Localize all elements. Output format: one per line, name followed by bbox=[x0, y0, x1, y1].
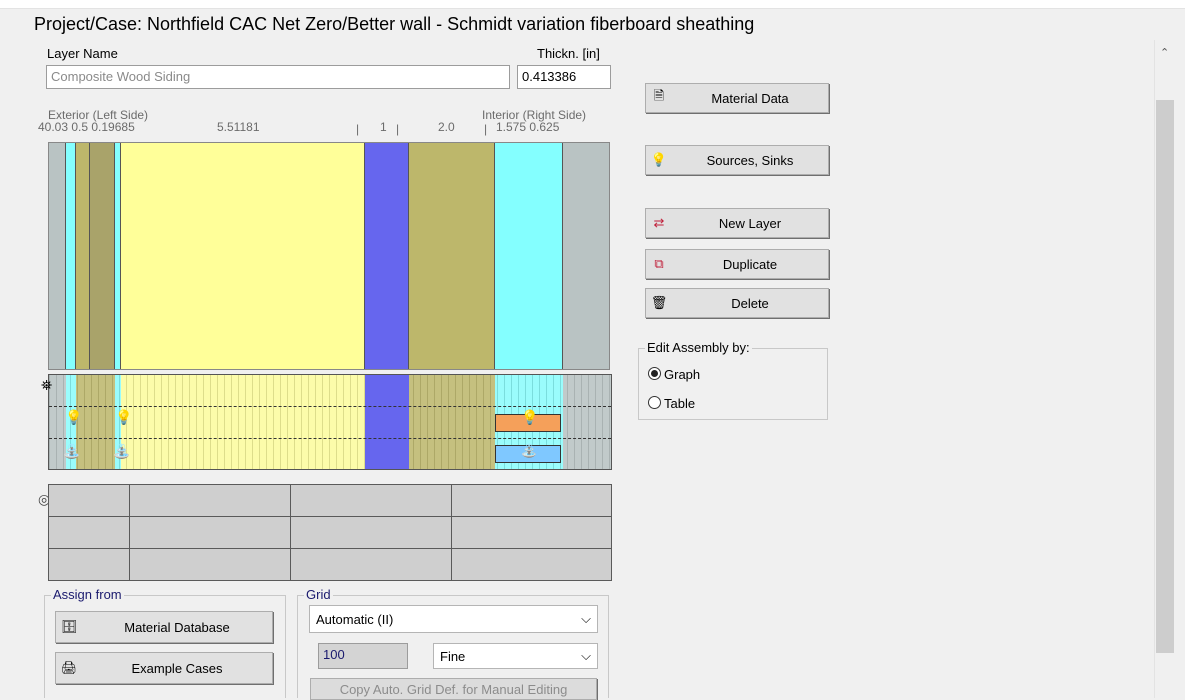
new-layer-icon: ⇄ bbox=[653, 215, 665, 230]
duplicate-icon: ⧉ bbox=[654, 256, 664, 271]
layer-olive-2[interactable] bbox=[90, 143, 115, 369]
table-cell[interactable] bbox=[130, 517, 291, 549]
layer-olive-3[interactable] bbox=[409, 143, 495, 369]
layer-cyan-1[interactable] bbox=[66, 143, 76, 369]
strip-blue bbox=[365, 375, 409, 469]
strip-gray-int bbox=[563, 375, 611, 469]
assembly-graph[interactable] bbox=[48, 142, 610, 370]
sources-sinks-button[interactable]: 💡 Sources, Sinks bbox=[645, 145, 829, 175]
table-cell[interactable] bbox=[130, 485, 291, 517]
new-layer-button[interactable]: ⇄ New Layer bbox=[645, 208, 829, 238]
grid-strip[interactable]: ⛯ 💡 💡 💡 ⛲ ⛲ ⛲ bbox=[41, 374, 612, 470]
table-cell[interactable] bbox=[49, 485, 130, 517]
ruler-one-value: 1 bbox=[380, 120, 387, 134]
radio-graph[interactable]: Graph bbox=[648, 367, 700, 382]
radio-table[interactable]: Table bbox=[648, 396, 695, 411]
database-icon: 🗄 bbox=[60, 619, 78, 634]
delete-button[interactable]: 🗑 Delete bbox=[645, 288, 829, 318]
faucet-icon[interactable]: ⛲ bbox=[521, 443, 537, 459]
ruler-two-value: 2.0 bbox=[438, 120, 455, 134]
table-cell[interactable] bbox=[130, 549, 291, 581]
example-icon: 🖨 bbox=[60, 660, 78, 675]
strip-olive-3 bbox=[409, 375, 495, 469]
layer-name-input[interactable]: Composite Wood Siding bbox=[46, 65, 510, 89]
table-cell[interactable] bbox=[49, 549, 130, 581]
bulb-icon[interactable]: 💡 bbox=[115, 409, 132, 426]
copy-grid-button[interactable]: Copy Auto. Grid Def. for Manual Editing bbox=[310, 678, 597, 700]
example-cases-button[interactable]: 🖨 Example Cases bbox=[55, 652, 273, 684]
material-database-button[interactable]: 🗄 Material Database bbox=[55, 611, 273, 643]
table-cell[interactable] bbox=[291, 517, 452, 549]
bulb-faucet-icon[interactable]: ⛯ bbox=[41, 377, 52, 394]
table-cell[interactable] bbox=[291, 485, 452, 517]
thickness-label: Thickn. [in] bbox=[537, 46, 600, 61]
ruler-right-values: 1.575 0.625 bbox=[496, 120, 560, 134]
assembly-table[interactable] bbox=[48, 484, 612, 581]
window-top-edge bbox=[0, 0, 1185, 9]
grid-count-input[interactable]: 100 bbox=[318, 643, 408, 669]
strip-yellow bbox=[121, 375, 365, 469]
table-cell[interactable] bbox=[452, 517, 612, 549]
edit-assembly-caption: Edit Assembly by: bbox=[645, 340, 752, 355]
ruler-tick: | bbox=[484, 122, 488, 136]
table-cell[interactable] bbox=[452, 549, 612, 581]
grid-resolution-select[interactable]: Fine ⌵ bbox=[433, 643, 598, 669]
layer-name-label: Layer Name bbox=[47, 46, 118, 61]
radio-selected-icon bbox=[648, 367, 661, 380]
scroll-up-icon[interactable]: ⌃ bbox=[1160, 46, 1169, 59]
scrollbar-thumb[interactable] bbox=[1156, 100, 1174, 653]
table-cell[interactable] bbox=[452, 485, 612, 517]
duplicate-button[interactable]: ⧉ Duplicate bbox=[645, 249, 829, 279]
strip-divider bbox=[49, 406, 611, 407]
faucet-icon[interactable]: ⛲ bbox=[113, 443, 130, 460]
ruler-mid-value: 5.51181 bbox=[217, 120, 260, 134]
ruler-left-values: 40.03 0.5 0.19685 bbox=[38, 120, 135, 134]
material-data-button[interactable]: 🗎 Material Data bbox=[645, 83, 829, 113]
assign-from-caption: Assign from bbox=[51, 587, 124, 602]
table-cell[interactable] bbox=[49, 517, 130, 549]
layer-blue[interactable] bbox=[365, 143, 409, 369]
grid-mode-select[interactable]: Automatic (II) ⌵ bbox=[309, 605, 598, 633]
chevron-down-icon: ⌵ bbox=[581, 611, 591, 626]
faucet-icon[interactable]: ⛲ bbox=[63, 443, 80, 460]
strip-divider bbox=[49, 438, 611, 439]
layer-gray-interior[interactable] bbox=[563, 143, 609, 369]
grid-caption: Grid bbox=[304, 587, 333, 602]
bulb-faucet-icon: 💡 bbox=[650, 152, 668, 167]
project-title: Project/Case: Northfield CAC Net Zero/Be… bbox=[34, 14, 755, 34]
chevron-down-icon: ⌵ bbox=[581, 648, 591, 663]
bulb-icon[interactable]: 💡 bbox=[65, 409, 82, 426]
radio-unselected-icon bbox=[648, 396, 661, 409]
layer-olive-1[interactable] bbox=[76, 143, 90, 369]
trash-icon: 🗑 bbox=[650, 295, 668, 310]
bulb-icon[interactable]: 💡 bbox=[521, 409, 538, 426]
table-cell[interactable] bbox=[291, 549, 452, 581]
document-icon: 🗎 bbox=[653, 88, 665, 103]
layer-yellow[interactable] bbox=[121, 143, 365, 369]
layer-gray-exterior[interactable] bbox=[49, 143, 66, 369]
ruler-tick: | bbox=[356, 122, 360, 136]
thickness-input[interactable]: 0.413386 bbox=[517, 65, 611, 89]
layer-cyan-3[interactable] bbox=[495, 143, 563, 369]
ruler-tick: | bbox=[396, 122, 400, 136]
